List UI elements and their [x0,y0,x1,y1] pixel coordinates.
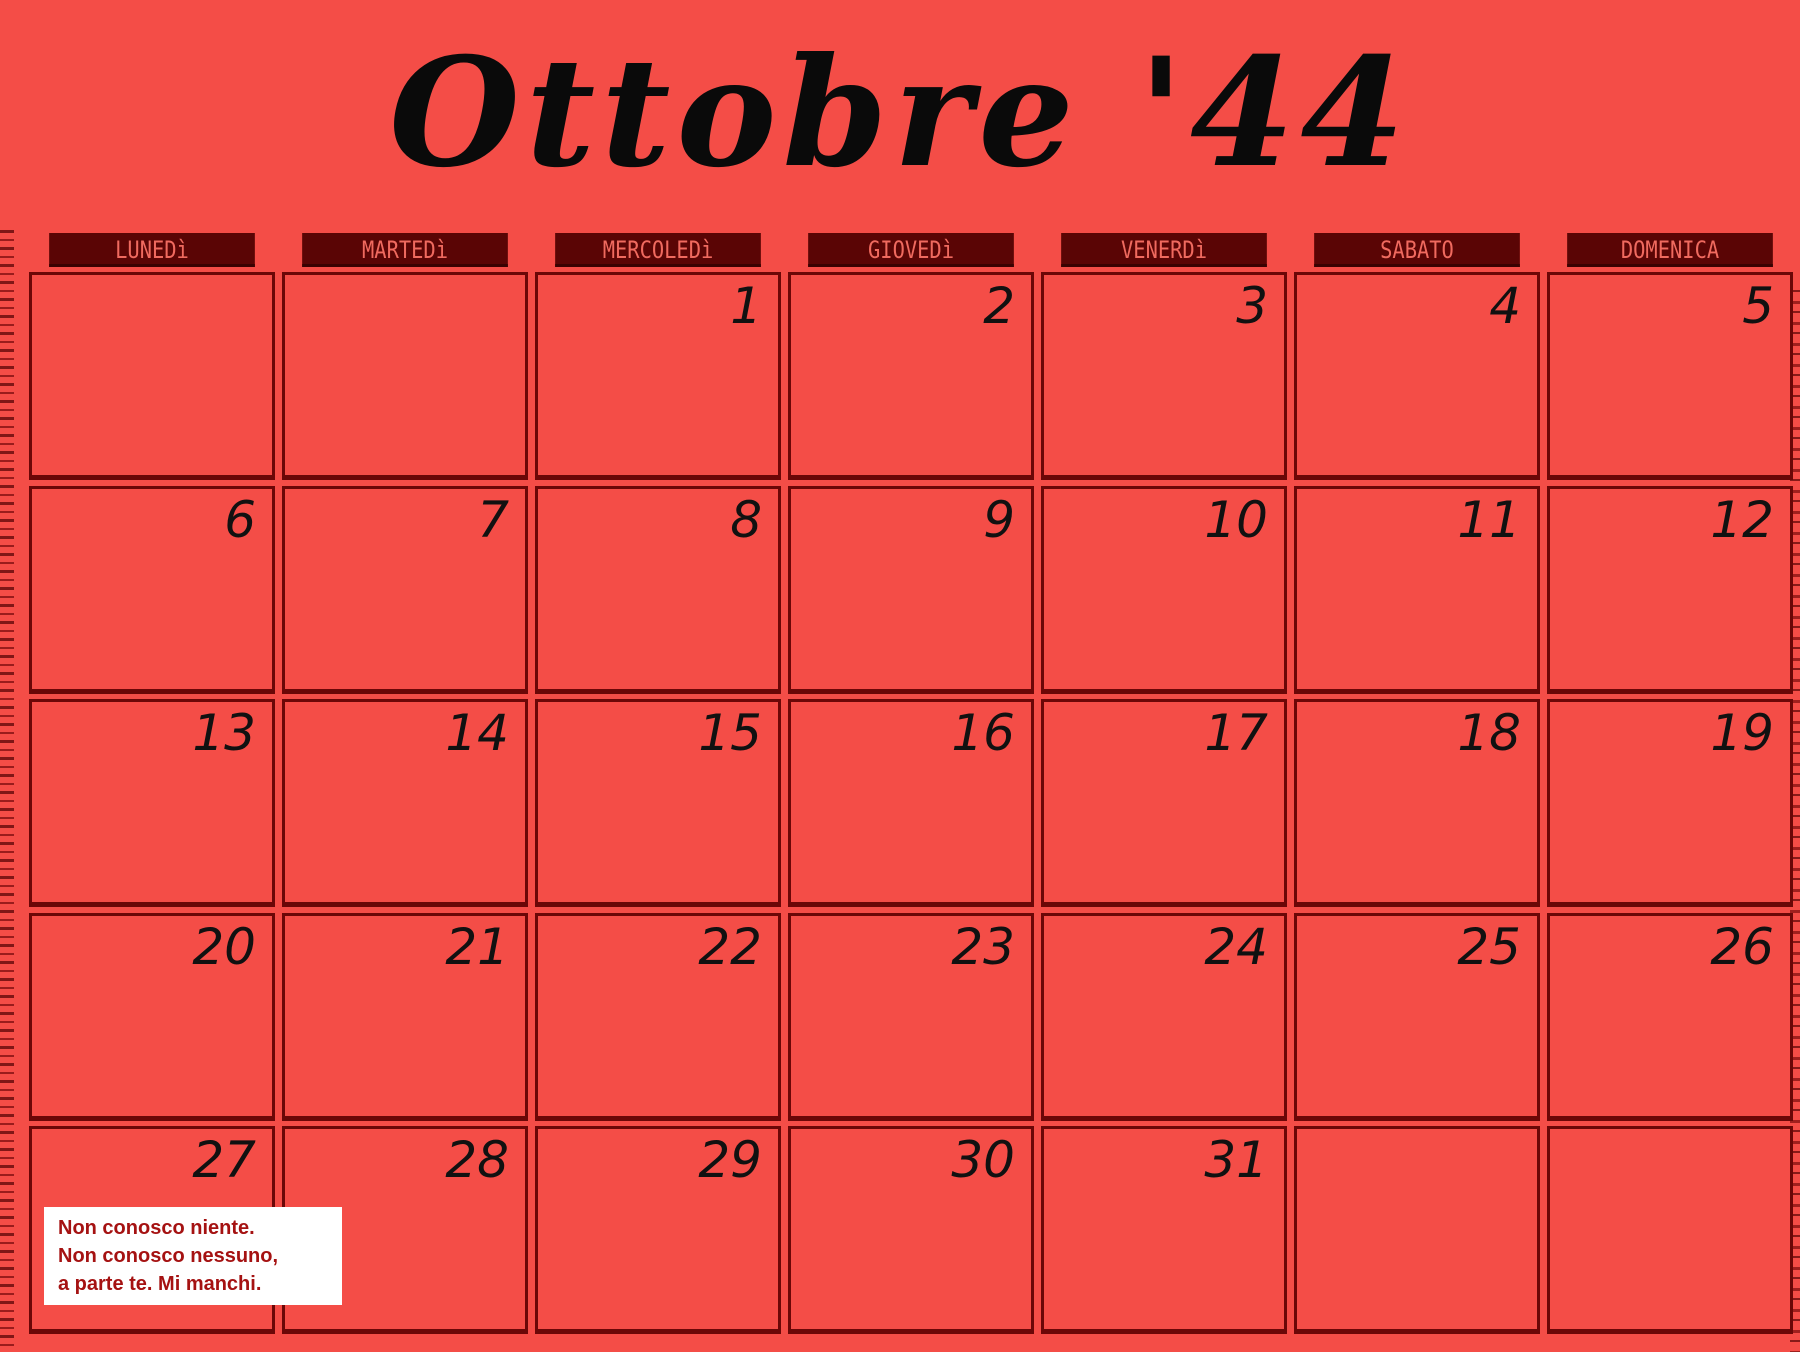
day-number: 28 [445,1131,509,1189]
day-number: 23 [951,917,1015,976]
day-cell: 17 [1041,699,1287,907]
calendar-page: Ottobre '44 LUNEDì MARTEDì MERCOLEDì GIO… [0,0,1800,1352]
day-cell: 6 [29,485,275,694]
day-cell: 3 [1041,272,1287,480]
day-cell: 16 [788,699,1034,907]
day-number: 25 [1457,917,1521,976]
day-cell [1294,1126,1540,1334]
day-cell: 9 [788,485,1034,694]
day-number: 29 [698,1131,762,1189]
day-cell: 30 [788,1126,1034,1334]
day-cell: 19 [1547,699,1793,907]
weekday-sunday: DOMENICA [1567,233,1773,267]
day-cell: 26 [1547,912,1793,1121]
day-number: 26 [1710,917,1774,976]
day-cell: 14 [282,699,528,907]
day-number: 30 [951,1131,1015,1189]
day-number: 7 [477,490,509,549]
day-number: 10 [1204,490,1268,549]
day-number: 19 [1710,704,1774,762]
day-cell: 18 [1294,699,1540,907]
day-cell: 15 [535,699,781,907]
weekday-wednesday: MERCOLEDì [555,233,761,267]
day-cell [1547,1126,1793,1334]
day-number: 1 [730,277,762,335]
weekday-thursday: GIOVEDì [808,233,1014,267]
note-line: Non conosco nessuno, [58,1245,279,1267]
day-number: 15 [698,704,762,762]
note-line: a parte te. Mi manchi. [58,1273,262,1295]
day-number: 2 [983,277,1015,335]
day-cell: 31 [1041,1126,1287,1334]
day-number: 8 [730,490,762,549]
weekday-friday: VENERDì [1061,233,1267,267]
day-number: 3 [1236,277,1268,335]
handwritten-note-box: Non conosco niente. Non conosco nessuno,… [44,1207,342,1305]
day-number: 5 [1742,277,1774,335]
calendar-title: Ottobre '44 [389,25,1411,201]
day-cell: 12 [1547,485,1793,694]
day-cell: 10 [1041,485,1287,694]
day-cell [29,272,275,480]
weekday-monday: LUNEDì [49,233,255,267]
day-cell [282,272,528,480]
day-number: 6 [224,490,256,549]
weekday-tuesday: MARTEDì [302,233,508,267]
day-cell: 21 [282,912,528,1121]
day-cell: 4 [1294,272,1540,480]
weekday-header-row: LUNEDì MARTEDì MERCOLEDì GIOVEDì VENERDì… [31,233,1791,267]
day-cell: 5 [1547,272,1793,480]
day-number: 24 [1204,917,1268,976]
day-number: 4 [1489,277,1521,335]
calendar-grid: 1 2 3 4 5 6 7 8 9 10 11 12 13 14 15 16 17 18 19 20 21 22 23 24 2… [29,272,1793,1352]
day-cell: 24 [1041,912,1287,1121]
day-number: 18 [1457,704,1521,762]
day-number: 13 [192,704,256,762]
day-number: 17 [1204,704,1268,762]
day-cell: 7 [282,485,528,694]
day-number: 31 [1204,1131,1268,1189]
day-cell: 23 [788,912,1034,1121]
day-number: 20 [192,917,256,976]
day-number: 16 [951,704,1015,762]
day-cell: 29 [535,1126,781,1334]
day-number: 11 [1457,490,1521,549]
day-cell: 22 [535,912,781,1121]
day-number: 27 [192,1131,256,1189]
day-cell: 8 [535,485,781,694]
day-cell: 1 [535,272,781,480]
day-cell: 20 [29,912,275,1121]
day-cell: 2 [788,272,1034,480]
day-cell: 25 [1294,912,1540,1121]
day-cell: 11 [1294,485,1540,694]
day-cell: 13 [29,699,275,907]
day-number: 21 [445,917,509,976]
note-line: Non conosco niente. [58,1217,255,1239]
day-number: 9 [983,490,1015,549]
weekday-saturday: SABATO [1314,233,1520,267]
day-number: 12 [1710,490,1774,549]
day-number: 14 [445,704,509,762]
day-number: 22 [698,917,762,976]
grunge-border-left [0,230,14,1352]
